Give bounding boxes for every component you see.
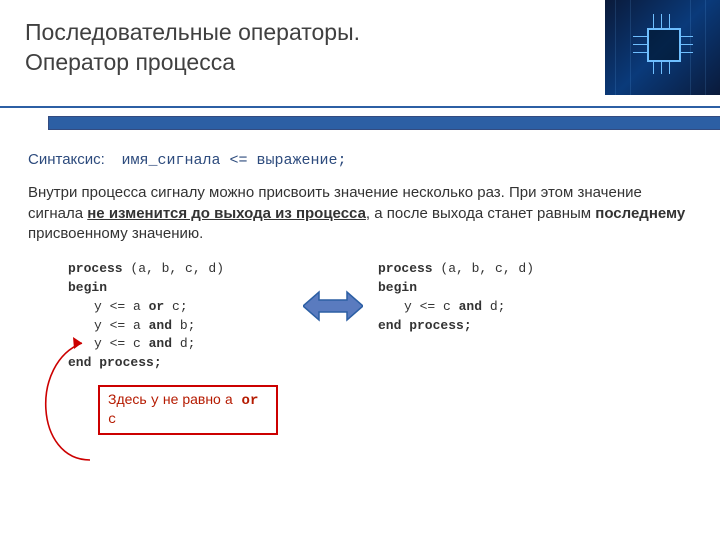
para-bold: последнему: [595, 205, 685, 222]
title-line-2: Оператор процесса: [25, 49, 235, 75]
title-bar: [48, 116, 720, 130]
header-decorative-image: [605, 0, 720, 95]
para-post: присвоенному значению.: [28, 225, 203, 242]
explanation-paragraph: Внутри процесса сигналу можно присвоить …: [28, 183, 692, 244]
double-arrow-icon: [303, 288, 363, 324]
slide-content: Синтаксис: имя_сигнала <= выражение; Вну…: [0, 130, 720, 435]
title-underline: [0, 106, 720, 108]
syntax-line: Синтаксис: имя_сигнала <= выражение;: [28, 150, 692, 171]
para-bold-underline: не изменится до выхода из процесса: [87, 205, 366, 222]
syntax-code: имя_сигнала <= выражение;: [122, 152, 347, 169]
syntax-label: Синтаксис:: [28, 151, 105, 168]
code-example-left: process (a, b, c, d) begin y <= a or c; …: [68, 260, 288, 373]
callout-box: Здесь y не равно a or c: [98, 385, 278, 435]
code-columns: process (a, b, c, d) begin y <= a or c; …: [28, 260, 692, 373]
equivalence-arrow: [288, 260, 378, 324]
para-mid: , а после выхода станет равным: [366, 205, 595, 222]
title-line-1: Последовательные операторы.: [25, 19, 360, 45]
code-example-right: process (a, b, c, d) begin y <= c and d;…: [378, 260, 598, 335]
slide-header: Последовательные операторы. Оператор про…: [0, 0, 720, 100]
